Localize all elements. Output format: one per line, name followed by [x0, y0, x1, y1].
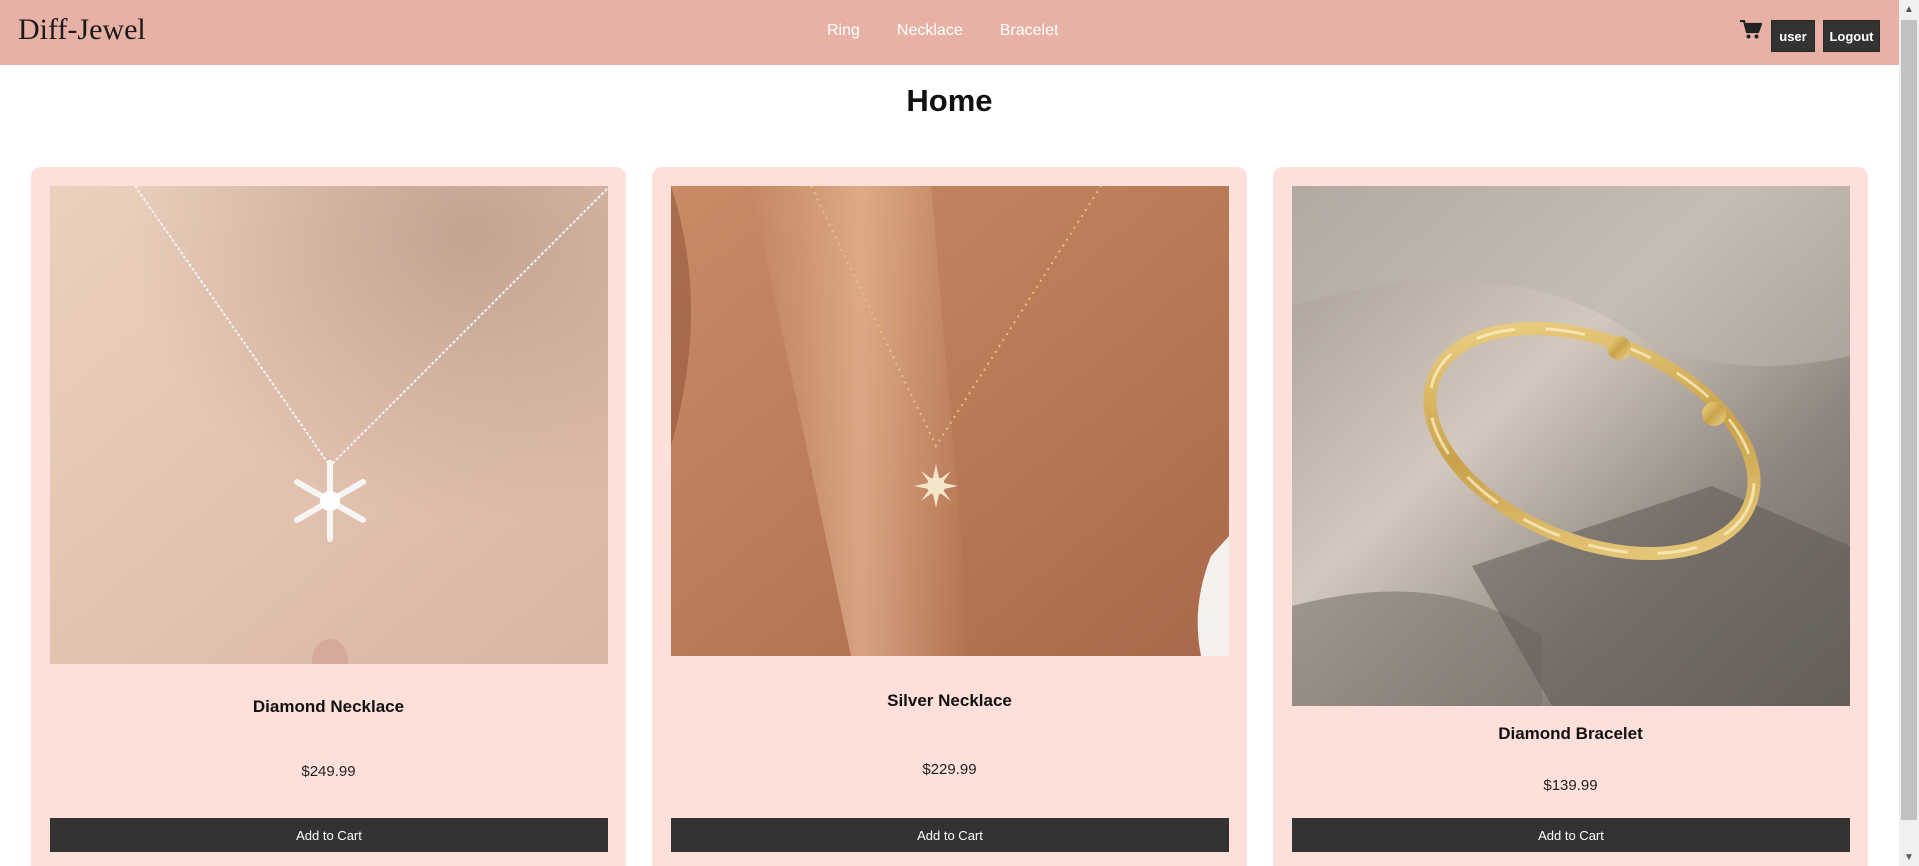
add-to-cart-button[interactable]: Add to Cart [1292, 818, 1850, 852]
add-to-cart-button[interactable]: Add to Cart [671, 818, 1229, 852]
logout-button[interactable]: Logout [1823, 20, 1880, 52]
product-card: Diamond Necklace $249.99 Add to Cart [31, 167, 626, 866]
cart-icon[interactable] [1740, 19, 1763, 42]
product-name: Diamond Bracelet [1498, 724, 1643, 743]
nav-link-bracelet[interactable]: Bracelet [1000, 21, 1059, 41]
add-to-cart-button[interactable]: Add to Cart [50, 818, 608, 852]
product-price: $229.99 [922, 761, 977, 778]
product-price: $139.99 [1543, 777, 1598, 794]
brand-logo[interactable]: Diff-Jewel [18, 13, 146, 47]
vertical-scrollbar[interactable]: ▲ ▼ [1899, 0, 1919, 866]
product-image-diamond-bracelet[interactable] [1292, 186, 1850, 706]
main-nav: Ring Necklace Bracelet [827, 21, 1095, 41]
scroll-down-arrow-icon[interactable]: ▼ [1899, 848, 1919, 866]
product-card: Diamond Bracelet $139.99 Add to Cart [1273, 167, 1868, 866]
nav-link-ring[interactable]: Ring [827, 21, 860, 41]
product-price: $249.99 [301, 763, 356, 780]
scrollbar-thumb[interactable] [1901, 20, 1917, 820]
product-name: Diamond Necklace [252, 697, 405, 716]
user-button[interactable]: user [1771, 20, 1815, 52]
page-title: Home [906, 83, 993, 118]
product-card: Silver Necklace $229.99 Add to Cart [652, 167, 1247, 866]
top-navbar: Diff-Jewel Ring Necklace Bracelet user L… [0, 0, 1899, 65]
product-image-diamond-necklace[interactable] [50, 186, 608, 664]
nav-link-necklace[interactable]: Necklace [897, 21, 963, 41]
product-name: Silver Necklace [887, 691, 1012, 710]
scroll-up-arrow-icon[interactable]: ▲ [1899, 0, 1919, 18]
product-image-silver-necklace[interactable] [671, 186, 1229, 656]
